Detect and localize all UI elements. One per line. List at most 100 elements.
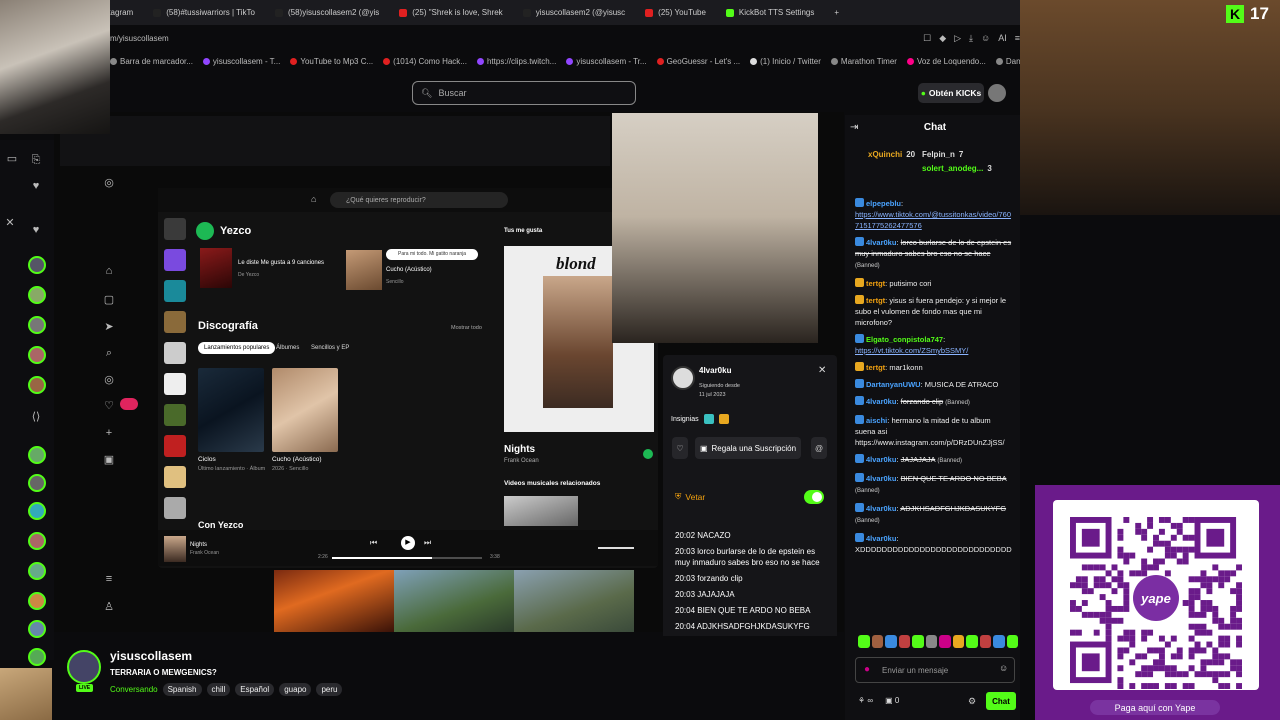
- emote-icon[interactable]: [966, 635, 978, 648]
- top-gifter[interactable]: Felpin_n 7: [922, 150, 963, 159]
- extensions-icon[interactable]: ◆: [939, 33, 946, 44]
- browser-tab[interactable]: (58)#tussiwarriors | TikTo: [143, 0, 265, 25]
- chat-username[interactable]: Elgato_conpistola747: [866, 335, 943, 344]
- browser-tab[interactable]: (58)yisuscollasem2 (@yis: [265, 0, 389, 25]
- search-input[interactable]: 🔍︎ Buscar: [412, 81, 636, 105]
- address-bar[interactable]: m/yisuscollasem ☐ ◆ ▷ ⤓ ☺ AI ≡: [110, 28, 1020, 48]
- settings-icon[interactable]: ⚙: [968, 696, 976, 707]
- chat-username[interactable]: aischi: [866, 416, 887, 425]
- get-kicks-button[interactable]: ● Obtén KICKs: [918, 83, 984, 103]
- send-chat-button[interactable]: Chat: [986, 692, 1016, 710]
- liked-songs-sub: De Yezco: [238, 272, 260, 278]
- browser-tab[interactable]: (25) "Shrek is love, Shrek: [389, 0, 512, 25]
- emote-icon[interactable]: [979, 635, 991, 648]
- chat-message-text[interactable]: https://vt.tiktok.com/ZSmybSSMY/: [855, 346, 968, 355]
- follow-heart-button[interactable]: ♡: [672, 437, 688, 459]
- followed-channel-avatar[interactable]: [28, 648, 46, 666]
- bookmark-item[interactable]: GeoGuessr - Let's ...: [656, 57, 740, 66]
- bookmark-item[interactable]: Dandadan, Capitul...: [995, 57, 1020, 66]
- bookmark-item[interactable]: yisuscollasem - Tr...: [566, 57, 647, 66]
- stream-tag[interactable]: Español: [235, 683, 275, 696]
- chat-username[interactable]: tertgt: [866, 363, 885, 372]
- browser-tab[interactable]: yisuscollasem2 (@yisusc: [513, 0, 635, 25]
- stream-tag[interactable]: peru: [316, 683, 343, 696]
- bookmark-item[interactable]: (1014) Como Hack...: [383, 57, 467, 66]
- bookmark-icon[interactable]: ⎘: [28, 154, 44, 167]
- x-icon[interactable]: ✕: [2, 216, 18, 229]
- chat-username[interactable]: DartanyanUWU: [866, 380, 921, 389]
- followed-channel-avatar[interactable]: [28, 346, 46, 364]
- channel-points[interactable]: ⚘ ∞: [858, 696, 873, 705]
- bookmark-item[interactable]: YouTube to Mp3 C...: [290, 57, 373, 66]
- stream-tag[interactable]: chill: [206, 683, 231, 696]
- ban-toggle[interactable]: [804, 490, 824, 504]
- emote-icon[interactable]: [952, 635, 964, 648]
- followed-channel-avatar[interactable]: [28, 502, 46, 520]
- followed-channel-avatar[interactable]: [28, 376, 46, 394]
- heart-icon[interactable]: ♥: [28, 180, 44, 192]
- category-link[interactable]: Conversando: [110, 685, 158, 694]
- browser-tab[interactable]: (25) YouTube: [635, 0, 716, 25]
- streamer-avatar[interactable]: [67, 650, 101, 684]
- chat-username[interactable]: 4lvar0ku: [866, 534, 896, 543]
- emote-icon[interactable]: [993, 635, 1005, 648]
- bookmark-item[interactable]: Marathon Timer: [830, 57, 897, 66]
- followed-channel-avatar[interactable]: [28, 474, 46, 492]
- bookmark-icon[interactable]: ☐: [923, 33, 931, 44]
- chat-username[interactable]: 4lvar0ku: [866, 504, 896, 513]
- chat-username[interactable]: 4lvar0ku: [866, 455, 896, 464]
- chat-username[interactable]: 4lvar0ku: [866, 397, 896, 406]
- emote-icon[interactable]: [912, 635, 924, 648]
- chat-messages: elpepeblu: https://www.tiktok.com/@tussi…: [855, 198, 1013, 561]
- bookmark-item[interactable]: (1) Inicio / Twitter: [750, 57, 821, 66]
- mic-icon[interactable]: ●: [864, 664, 870, 675]
- close-icon[interactable]: ✕: [818, 365, 826, 376]
- mention-button[interactable]: @: [811, 437, 827, 459]
- ai-icon[interactable]: AI: [998, 33, 1007, 44]
- followed-channel-avatar[interactable]: [28, 532, 46, 550]
- profile-icon[interactable]: ☺: [981, 33, 990, 44]
- emote-icon[interactable]: [925, 635, 937, 648]
- chat-username[interactable]: 4lvar0ku: [866, 474, 896, 483]
- emote-icon[interactable]: [885, 635, 897, 648]
- bookmark-item[interactable]: https://clips.twitch...: [476, 57, 556, 66]
- followed-channel-avatar[interactable]: [28, 256, 46, 274]
- emote-icon[interactable]: [871, 635, 883, 648]
- top-gifter[interactable]: solert_anodeg... 3: [922, 164, 992, 173]
- emote-icon[interactable]: [858, 635, 870, 648]
- user-avatar[interactable]: [988, 84, 1006, 102]
- stream-tag[interactable]: Spanish: [162, 683, 202, 696]
- tv-icon[interactable]: ▭: [4, 152, 20, 165]
- top-gifter[interactable]: xQuinchi 20: [868, 150, 915, 159]
- followed-channel-avatar[interactable]: [28, 592, 46, 610]
- heart-icon[interactable]: ♥: [28, 224, 44, 236]
- gift-points[interactable]: ▣ 0: [885, 696, 899, 705]
- stream-tag[interactable]: guapo: [279, 683, 312, 696]
- chat-username[interactable]: tertgt: [866, 279, 885, 288]
- chat-username[interactable]: elpepeblu: [866, 199, 901, 208]
- followed-channel-avatar[interactable]: [28, 316, 46, 334]
- followed-channel-avatar[interactable]: [28, 620, 46, 638]
- bookmark-favicon-icon: [906, 57, 914, 65]
- browser-tab[interactable]: KickBot TTS Settings: [716, 0, 824, 25]
- streamer-name[interactable]: yisuscollasem: [110, 649, 192, 663]
- emote-icon[interactable]: [1006, 635, 1018, 648]
- chat-input[interactable]: Enviar un mensaje: [855, 657, 1015, 683]
- chat-username[interactable]: tertgt: [866, 296, 885, 305]
- emote-icon[interactable]: [898, 635, 910, 648]
- new-tab-button[interactable]: +: [824, 0, 849, 25]
- followed-channel-avatar[interactable]: [28, 446, 46, 464]
- followed-channel-avatar[interactable]: [28, 286, 46, 304]
- download-icon[interactable]: ⤓: [969, 33, 973, 44]
- bookmark-item[interactable]: yisuscollasem - T...: [202, 57, 280, 66]
- bookmark-item[interactable]: Barra de marcador...: [110, 57, 193, 66]
- chat-message-text[interactable]: https://www.tiktok.com/@tussitonkas/vide…: [855, 210, 1011, 230]
- chat-username[interactable]: 4lvar0ku: [866, 238, 896, 247]
- gift-subscription-button[interactable]: ▣ Regala una Suscripción: [695, 437, 801, 459]
- emote-icon[interactable]: [939, 635, 951, 648]
- timer-icon[interactable]: ⟨⟩: [28, 410, 44, 423]
- emoji-icon[interactable]: ☺: [999, 663, 1008, 673]
- play-icon[interactable]: ▷: [954, 33, 961, 44]
- bookmark-item[interactable]: Voz de Loquendo...: [906, 57, 986, 66]
- followed-channel-avatar[interactable]: [28, 562, 46, 580]
